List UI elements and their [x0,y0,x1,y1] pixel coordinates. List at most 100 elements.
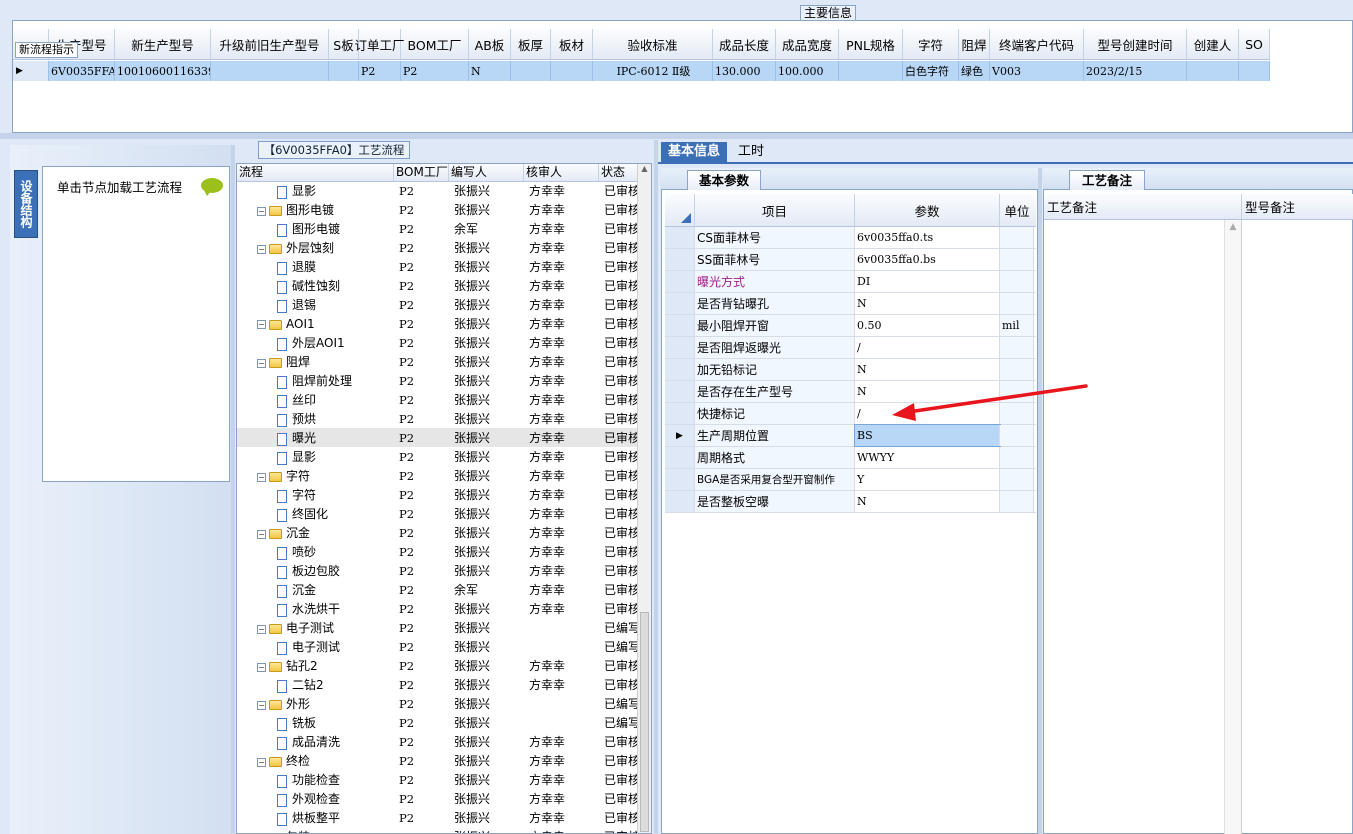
flow-row[interactable]: 烘板整平 P2 张振兴 方幸幸 已审核 [237,808,639,827]
main-cell-2[interactable] [211,61,329,81]
flow-row[interactable]: 铣板 P2 张振兴 已编写 [237,713,639,732]
param-row-header[interactable] [665,337,695,358]
param-value[interactable]: WWYY [855,447,1000,468]
flow-node[interactable]: 字符 [237,486,394,503]
params-col-value[interactable]: 参数 [855,194,1000,226]
param-row-header[interactable] [665,403,695,424]
param-row[interactable]: 最小阻焊开窗 0.50 mil [665,315,1036,337]
flow-row[interactable]: − 字符 P2 张振兴 方幸幸 已审核 [237,466,639,485]
param-row[interactable]: 周期格式 WWYY [665,447,1036,469]
flow-node[interactable]: −包装 [237,828,394,833]
params-col-unit[interactable]: 单位 [1000,194,1034,226]
param-row[interactable]: 曝光方式 DI [665,271,1036,293]
flow-node[interactable]: 丝印 [237,391,394,408]
flow-col-3[interactable]: 核审人 [524,164,599,181]
collapse-icon[interactable]: − [257,529,266,539]
collapse-icon[interactable]: − [257,624,266,634]
collapse-icon[interactable]: − [257,757,266,767]
main-cell-5[interactable]: P2 [401,61,469,81]
notes-col-process[interactable]: 工艺备注 [1044,194,1242,219]
horizontal-splitter[interactable] [0,133,1353,139]
param-row-header[interactable] [665,469,695,490]
param-row-header[interactable] [665,293,695,314]
main-cell-12[interactable] [839,61,903,81]
notes-col-model[interactable]: 型号备注 [1242,194,1353,219]
param-row-header[interactable]: ▶ [665,425,695,446]
main-cell-7[interactable] [511,61,551,81]
flow-row[interactable]: 终固化 P2 张振兴 方幸幸 已审核 [237,504,639,523]
flow-row[interactable]: 阻焊前处理 P2 张振兴 方幸幸 已审核 [237,371,639,390]
param-value[interactable]: N [855,359,1000,380]
flow-row[interactable]: 字符 P2 张振兴 方幸幸 已审核 [237,485,639,504]
tab-basic-params[interactable]: 基本参数 [687,170,761,190]
param-row[interactable]: BGA是否采用复合型开窗制作 Y [665,469,1036,491]
flow-row[interactable]: 电子测试 P2 张振兴 已编写 [237,637,639,656]
flow-row[interactable]: 喷砂 P2 张振兴 方幸幸 已审核 [237,542,639,561]
flow-row[interactable]: − 终检 P2 张振兴 方幸幸 已审核 [237,751,639,770]
collapse-icon[interactable]: − [257,700,266,710]
main-info-tab[interactable]: 主要信息 [800,5,857,21]
flow-node[interactable]: 图形电镀 [237,220,394,237]
flow-row[interactable]: − 外层蚀刻 P2 张振兴 方幸幸 已审核 [237,238,639,257]
flow-node[interactable]: − 钻孔2 [237,657,394,674]
main-col-5[interactable]: BOM工厂 [401,29,469,59]
flow-node[interactable]: − 电子测试 [237,619,394,636]
param-row-header[interactable] [665,249,695,270]
flow-node[interactable]: 阻焊前处理 [237,372,394,389]
main-col-7[interactable]: 板厚 [511,29,551,59]
flow-row[interactable]: − 外形 P2 张振兴 已编写 [237,694,639,713]
main-cell-14[interactable]: 绿色 [959,61,990,81]
flow-row[interactable]: 板边包胶 P2 张振兴 方幸幸 已审核 [237,561,639,580]
scroll-up-icon[interactable]: ▲ [638,164,651,173]
params-col-item[interactable]: 项目 [695,194,855,226]
flow-node[interactable]: − 外层蚀刻 [237,239,394,256]
param-row[interactable]: 是否背钻曝孔 N [665,293,1036,315]
flow-node[interactable]: 水洗烘干 [237,600,394,617]
flow-node[interactable]: 外观检查 [237,790,394,807]
flow-node[interactable]: 喷砂 [237,543,394,560]
param-row-header[interactable] [665,381,695,402]
main-col-13[interactable]: 字符 [903,29,959,59]
flow-node[interactable]: − 沉金 [237,524,394,541]
tab-work-hours[interactable]: 工时 [731,142,771,162]
flow-node[interactable]: 退膜 [237,258,394,275]
collapse-icon[interactable]: − [257,358,266,368]
main-grid-row[interactable]: 6V0035FFA010010600116339P2P2NIPC-6012 Ⅱ级… [13,61,1270,81]
param-value[interactable]: 6v0035ffa0.ts [855,227,1000,248]
flow-node[interactable]: 曝光 [237,429,394,446]
scroll-thumb[interactable] [640,612,649,832]
main-cell-18[interactable] [1239,61,1270,81]
flow-row[interactable]: − 沉金 P2 张振兴 方幸幸 已审核 [237,523,639,542]
flow-row[interactable]: 显影 P2 张振兴 方幸幸 已审核 [237,181,639,200]
flow-col-1[interactable]: BOM工厂 [394,164,449,181]
flow-node[interactable]: 烘板整平 [237,809,394,826]
flow-node[interactable]: 显影 [237,182,394,199]
main-col-2[interactable]: 升级前旧生产型号 [211,29,329,59]
flow-row[interactable]: 预烘 P2 张振兴 方幸幸 已审核 [237,409,639,428]
flow-node[interactable]: − 外形 [237,695,394,712]
flow-row[interactable]: 成品清洗 P2 张振兴 方幸幸 已审核 [237,732,639,751]
main-cell-4[interactable]: P2 [359,61,401,81]
param-row[interactable]: CS面菲林号 6v0035ffa0.ts [665,227,1036,249]
flow-row[interactable]: 退锡 P2 张振兴 方幸幸 已审核 [237,295,639,314]
flow-node[interactable]: 终固化 [237,505,394,522]
notes-scrollbar[interactable]: ▲ [1224,220,1242,834]
flow-row[interactable]: 碱性蚀刻 P2 张振兴 方幸幸 已审核 [237,276,639,295]
param-row[interactable]: 是否整板空曝 N [665,491,1036,513]
flow-row[interactable]: 外层AOI1 P2 张振兴 方幸幸 已审核 [237,333,639,352]
main-col-11[interactable]: 成品宽度 [776,29,839,59]
main-col-14[interactable]: 阻焊 [959,29,990,59]
main-col-16[interactable]: 型号创建时间 [1084,29,1187,59]
param-value[interactable]: BS [854,424,1001,447]
main-cell-13[interactable]: 白色字符 [903,61,959,81]
flow-node[interactable]: − 图形电镀 [237,201,394,218]
main-col-10[interactable]: 成品长度 [713,29,776,59]
flow-node[interactable]: 预烘 [237,410,394,427]
flow-node[interactable]: − 字符 [237,467,394,484]
flow-row[interactable]: 图形电镀 P2 余军 方幸幸 已审核 [237,219,639,238]
flow-row[interactable]: 显影 P2 张振兴 方幸幸 已审核 [237,447,639,466]
flow-row[interactable]: 丝印 P2 张振兴 方幸幸 已审核 [237,390,639,409]
flow-node[interactable]: 成品清洗 [237,733,394,750]
flow-col-4[interactable]: 状态 [599,164,639,181]
right-splitter[interactable] [1038,168,1042,834]
